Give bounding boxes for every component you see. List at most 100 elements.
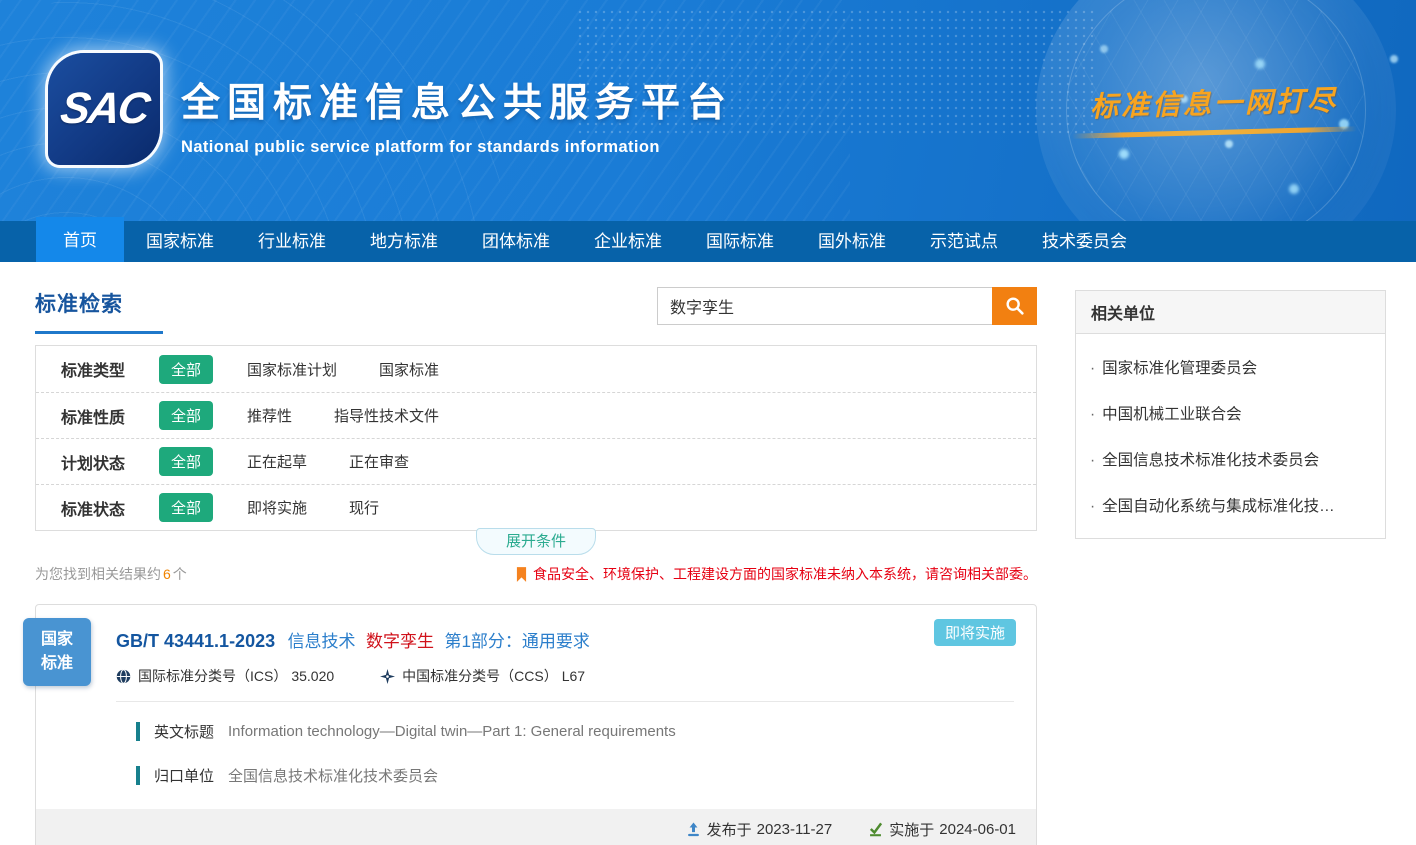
related-unit-link[interactable]: 中国机械工业联合会 bbox=[1102, 402, 1242, 424]
standard-title-part1[interactable]: 信息技术 bbox=[288, 632, 356, 651]
implement-date-item: 实施于 2024-06-01 bbox=[868, 819, 1016, 840]
section-title-block: 标准检索 bbox=[35, 286, 163, 334]
related-unit-link[interactable]: 全国信息技术标准化技术委员会 bbox=[1102, 448, 1319, 470]
committee-value: 全国信息技术标准化技术委员会 bbox=[228, 765, 438, 786]
committee-row: 归口单位 全国信息技术标准化技术委员会 bbox=[136, 765, 1036, 786]
nav-item-local-standards[interactable]: 地方标准 bbox=[348, 221, 460, 262]
teal-bar bbox=[136, 766, 140, 785]
related-units-panel: 相关单位 国家标准化管理委员会 中国机械工业联合会 全国信息技术标准化技术委员会… bbox=[1075, 290, 1386, 539]
filter-option[interactable]: 正在起草 bbox=[247, 451, 307, 472]
system-notice: 食品安全、环境保护、工程建设方面的国家标准未纳入本系统，请咨询相关部委。 bbox=[516, 564, 1037, 584]
standard-code-link[interactable]: GB/T 43441.1-2023 bbox=[116, 631, 275, 651]
nav-item-international-standards[interactable]: 国际标准 bbox=[684, 221, 796, 262]
slogan-banner: 标准信息一网打尽 bbox=[1064, 82, 1364, 135]
results-count: 为您找到相关结果约6个 bbox=[35, 564, 187, 584]
search-input[interactable] bbox=[657, 287, 992, 325]
related-units-title: 相关单位 bbox=[1076, 291, 1385, 334]
card-separator bbox=[116, 701, 1014, 702]
implement-label: 实施于 bbox=[889, 819, 934, 840]
filter-label: 标准性质 bbox=[61, 404, 159, 428]
type-badge-line1: 国家 bbox=[41, 628, 73, 652]
search-icon bbox=[1004, 295, 1026, 317]
nav-item-pilot[interactable]: 示范试点 bbox=[908, 221, 1020, 262]
bookmark-icon bbox=[516, 567, 527, 582]
standard-title-part2[interactable]: 第1部分：通用要求 bbox=[444, 632, 589, 651]
notice-text: 食品安全、环境保护、工程建设方面的国家标准未纳入本系统，请咨询相关部委。 bbox=[533, 564, 1037, 584]
nav-item-industry-standards[interactable]: 行业标准 bbox=[236, 221, 348, 262]
filter-row-standard-status: 标准状态 全部 即将实施 现行 bbox=[36, 484, 1036, 530]
filter-panel: 标准类型 全部 国家标准计划 国家标准 标准性质 全部 推荐性 指导性技术文件 … bbox=[35, 345, 1037, 531]
ccs-value: L67 bbox=[562, 668, 585, 684]
filter-option[interactable]: 国家标准计划 bbox=[247, 359, 337, 380]
filter-option[interactable]: 指导性技术文件 bbox=[334, 405, 439, 426]
filter-option[interactable]: 即将实施 bbox=[247, 497, 307, 518]
filter-option[interactable]: 正在审查 bbox=[349, 451, 409, 472]
implement-icon bbox=[868, 822, 889, 837]
result-card: 国家 标准 GB/T 43441.1-2023 信息技术 数字孪生 第1部分：通… bbox=[35, 604, 1037, 845]
globe-icon bbox=[116, 669, 131, 684]
section-title-underline bbox=[35, 331, 163, 334]
site-title-en: National public service platform for sta… bbox=[181, 138, 733, 157]
main-nav: 首页 国家标准 行业标准 地方标准 团体标准 企业标准 国际标准 国外标准 示范… bbox=[0, 221, 1416, 262]
card-meta-row: 国际标准分类号（ICS） 35.020 中国标准分类号（CCS） L67 bbox=[116, 666, 1036, 686]
search-section: 标准检索 bbox=[35, 286, 1037, 332]
type-badge-line2: 标准 bbox=[41, 652, 73, 676]
filter-row-standard-type: 标准类型 全部 国家标准计划 国家标准 bbox=[36, 346, 1036, 392]
nav-item-home[interactable]: 首页 bbox=[36, 217, 124, 262]
results-count-number: 6 bbox=[163, 566, 171, 582]
search-button[interactable] bbox=[992, 287, 1037, 325]
filter-option[interactable]: 推荐性 bbox=[247, 405, 292, 426]
filter-row-standard-nature: 标准性质 全部 推荐性 指导性技术文件 bbox=[36, 392, 1036, 438]
compass-icon bbox=[380, 669, 395, 684]
filter-all-badge[interactable]: 全部 bbox=[159, 493, 213, 522]
filter-option[interactable]: 现行 bbox=[349, 497, 379, 518]
section-title: 标准检索 bbox=[35, 286, 163, 318]
nav-item-foreign-standards[interactable]: 国外标准 bbox=[796, 221, 908, 262]
nav-item-enterprise-standards[interactable]: 企业标准 bbox=[572, 221, 684, 262]
ics-label: 国际标准分类号（ICS） bbox=[138, 666, 287, 686]
english-title-label: 英文标题 bbox=[154, 721, 214, 742]
nav-item-group-standards[interactable]: 团体标准 bbox=[460, 221, 572, 262]
related-unit-link[interactable]: 全国自动化系统与集成标准化技… bbox=[1102, 494, 1335, 516]
publish-date-item: 发布于 2023-11-27 bbox=[686, 819, 833, 840]
related-units-list: 国家标准化管理委员会 中国机械工业联合会 全国信息技术标准化技术委员会 全国自动… bbox=[1076, 334, 1385, 538]
card-footer: 发布于 2023-11-27 实施于 2024-06-01 bbox=[36, 809, 1036, 845]
main-content: 标准检索 标准类型 全部 国家标准计划 bbox=[0, 262, 1416, 845]
related-unit-link[interactable]: 国家标准化管理委员会 bbox=[1102, 356, 1257, 378]
list-item: 全国信息技术标准化技术委员会 bbox=[1090, 448, 1371, 470]
ccs-label: 中国标准分类号（CCS） bbox=[402, 666, 558, 686]
search-box bbox=[657, 287, 1037, 325]
sparkle-dots-decoration bbox=[0, 0, 8, 8]
status-badge: 即将实施 bbox=[934, 619, 1016, 646]
filter-all-badge[interactable]: 全部 bbox=[159, 401, 213, 430]
site-title-cn: 全国标准信息公共服务平台 bbox=[181, 72, 733, 128]
nav-item-national-standards[interactable]: 国家标准 bbox=[124, 221, 236, 262]
standard-type-badge: 国家 标准 bbox=[23, 618, 91, 686]
results-count-prefix: 为您找到相关结果约 bbox=[35, 566, 161, 582]
left-column: 标准检索 标准类型 全部 国家标准计划 bbox=[35, 286, 1037, 845]
english-title-value: Information technology—Digital twin—Part… bbox=[228, 723, 676, 740]
list-item: 国家标准化管理委员会 bbox=[1090, 356, 1371, 378]
filter-option[interactable]: 国家标准 bbox=[379, 359, 439, 380]
filter-label: 标准状态 bbox=[61, 496, 159, 520]
nav-item-technical-committee[interactable]: 技术委员会 bbox=[1020, 221, 1149, 262]
card-title-row: GB/T 43441.1-2023 信息技术 数字孪生 第1部分：通用要求 bbox=[36, 605, 1036, 652]
expand-conditions-button[interactable]: 展开条件 bbox=[476, 528, 596, 555]
filter-all-badge[interactable]: 全部 bbox=[159, 447, 213, 476]
slogan-text: 标准信息一网打尽 bbox=[1064, 78, 1365, 126]
results-info-row: 为您找到相关结果约6个 食品安全、环境保护、工程建设方面的国家标准未纳入本系统，… bbox=[35, 564, 1037, 584]
filter-label: 标准类型 bbox=[61, 357, 159, 381]
filter-label: 计划状态 bbox=[61, 450, 159, 474]
filter-all-badge[interactable]: 全部 bbox=[159, 355, 213, 384]
results-count-suffix: 个 bbox=[173, 566, 187, 582]
implement-date: 2024-06-01 bbox=[939, 821, 1016, 838]
publish-icon bbox=[686, 822, 707, 837]
standard-title-highlight[interactable]: 数字孪生 bbox=[366, 632, 434, 651]
site-header: SAC 全国标准信息公共服务平台 National public service… bbox=[0, 0, 1416, 221]
english-title-row: 英文标题 Information technology—Digital twin… bbox=[136, 721, 1036, 742]
committee-label: 归口单位 bbox=[154, 765, 214, 786]
page: SAC 全国标准信息公共服务平台 National public service… bbox=[0, 0, 1416, 845]
ics-value: 35.020 bbox=[291, 668, 334, 684]
publish-date: 2023-11-27 bbox=[757, 821, 833, 838]
sac-logo[interactable]: SAC bbox=[48, 53, 160, 165]
